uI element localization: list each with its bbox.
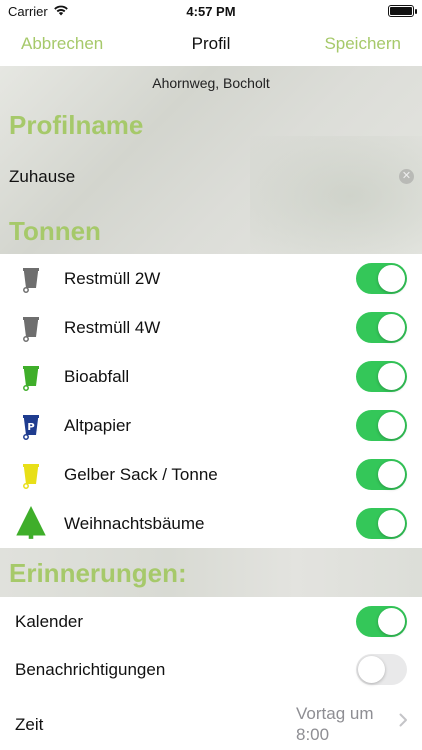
bin-label: Bioabfall: [64, 367, 130, 386]
blue-paper-bin-icon: P: [23, 415, 39, 440]
notifications-row: Benachrichtigungen: [0, 645, 422, 693]
clear-text-icon[interactable]: ✕: [399, 169, 414, 184]
toggle-knob: [378, 510, 405, 537]
bin-toggle-altpapier[interactable]: [356, 410, 407, 441]
background-blur: [250, 136, 422, 254]
save-button[interactable]: Speichern: [324, 34, 401, 54]
toggle-knob: [378, 265, 405, 292]
reminders-header: Erinnerungen:: [0, 548, 422, 597]
toggle-knob: [378, 363, 405, 390]
reminders-heading: Erinnerungen:: [9, 558, 187, 588]
battery-icon: [388, 5, 414, 17]
toggle-knob: [378, 461, 405, 488]
toggle-knob: [358, 656, 385, 683]
time-label: Zeit: [15, 715, 44, 734]
profile-name-input[interactable]: Zuhause: [9, 167, 75, 187]
location-label: Ahornweg, Bocholt: [152, 75, 270, 91]
christmas-tree-icon: [16, 506, 46, 539]
clock: 4:57 PM: [186, 4, 236, 19]
profile-header-section: Ahornweg, Bocholt Profilname Zuhause ✕ T…: [0, 66, 422, 254]
reminder-settings: Kalender Benachrichtigungen Zeit Vortag …: [0, 597, 422, 750]
bin-row-weihnachtsbaeume: Weihnachtsbäume: [0, 499, 422, 548]
bin-toggle-weihnachtsbaeume[interactable]: [356, 508, 407, 539]
bin-toggle-bioabfall[interactable]: [356, 361, 407, 392]
notifications-toggle[interactable]: [356, 654, 407, 685]
profile-name-field[interactable]: Zuhause ✕: [0, 160, 422, 194]
navigation-bar: Abbrechen Profil Speichern: [0, 22, 422, 66]
bin-toggle-restmuell-4w[interactable]: [356, 312, 407, 343]
bin-label: Weihnachtsbäume: [64, 514, 205, 533]
toggle-knob: [378, 412, 405, 439]
bin-toggle-restmuell-2w[interactable]: [356, 263, 407, 294]
calendar-label: Kalender: [15, 612, 84, 631]
grey-bin-icon: [23, 268, 39, 293]
yellow-bin-icon: [23, 464, 39, 489]
bin-row-gelber-sack: Gelber Sack / Tonne: [0, 450, 422, 499]
svg-text:P: P: [27, 422, 34, 433]
bin-row-altpapier: P Altpapier: [0, 401, 422, 450]
battery-tip: [415, 9, 417, 14]
bins-heading: Tonnen: [9, 216, 101, 246]
calendar-row: Kalender: [0, 597, 422, 645]
status-bar: Carrier 4:57 PM: [0, 0, 422, 22]
chevron-right-icon: [399, 713, 407, 727]
bin-label: Altpapier: [64, 416, 132, 435]
toggle-knob: [378, 314, 405, 341]
bin-label: Gelber Sack / Tonne: [64, 465, 218, 484]
profile-name-heading: Profilname: [9, 110, 144, 140]
time-row[interactable]: Zeit Vortag um 8:00: [0, 693, 422, 750]
grey-bin-icon: [23, 317, 39, 342]
bin-row-restmuell-2w: Restmüll 2W: [0, 254, 422, 303]
green-bin-icon: [23, 366, 39, 391]
bin-label: Restmüll 4W: [64, 318, 161, 337]
bin-label: Restmüll 2W: [64, 269, 161, 288]
bins-list: Restmüll 2W Restmüll 4W Bioabfall P Altp…: [0, 254, 422, 548]
time-value: Vortag um 8:00: [296, 704, 374, 744]
notifications-label: Benachrichtigungen: [15, 660, 166, 679]
toggle-knob: [378, 608, 405, 635]
bin-row-bioabfall: Bioabfall: [0, 352, 422, 401]
bin-toggle-gelber-sack[interactable]: [356, 459, 407, 490]
bin-row-restmuell-4w: Restmüll 4W: [0, 303, 422, 352]
calendar-toggle[interactable]: [356, 606, 407, 637]
